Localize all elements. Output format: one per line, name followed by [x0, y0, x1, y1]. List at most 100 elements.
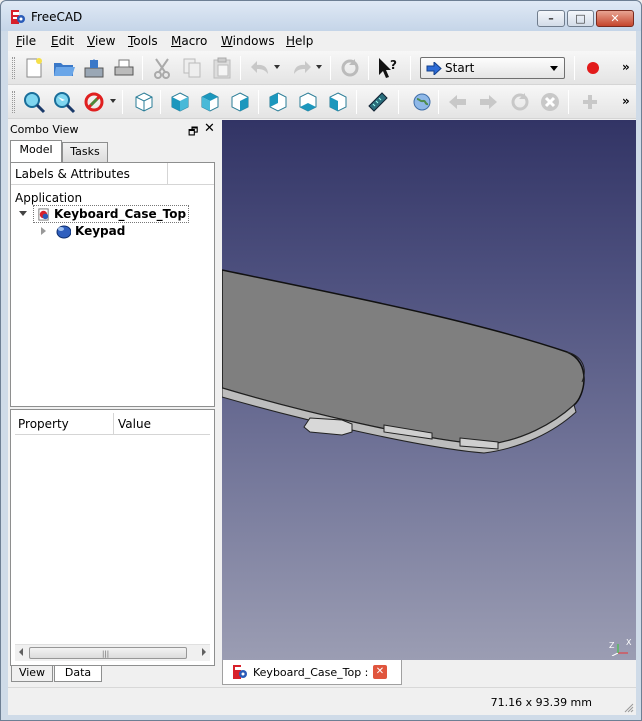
toolbar-separator: [356, 90, 357, 114]
measure-distance-button[interactable]: [366, 90, 390, 114]
3d-viewport[interactable]: Z X: [222, 120, 636, 660]
expand-document-icon[interactable]: [19, 211, 27, 216]
print-button[interactable]: [112, 56, 136, 80]
view-right-button[interactable]: [228, 90, 252, 114]
document-tab[interactable]: Keyboard_Case_Top : 1 ✕: [222, 660, 402, 685]
tree-header-divider: [167, 163, 168, 185]
fit-all-button[interactable]: [22, 90, 46, 114]
scroll-thumb[interactable]: |||: [29, 647, 187, 659]
tab-data[interactable]: Data: [54, 666, 102, 682]
view-isometric-button[interactable]: [132, 90, 156, 114]
new-document-button[interactable]: [22, 56, 46, 80]
scroll-left-icon[interactable]: [19, 648, 23, 656]
expand-object-icon[interactable]: [41, 227, 46, 235]
menu-macro-accel: M: [171, 34, 182, 48]
resize-grip-icon[interactable]: [624, 703, 634, 713]
model-tree: Labels & Attributes Application Keyboard…: [10, 162, 215, 407]
back-button[interactable]: [446, 90, 470, 114]
tab-view[interactable]: View: [11, 666, 53, 682]
close-tab-icon[interactable]: ✕: [373, 665, 387, 679]
view-left-button[interactable]: [326, 90, 350, 114]
value-column-header[interactable]: Value: [118, 417, 151, 431]
forward-button[interactable]: [476, 90, 500, 114]
close-panel-icon[interactable]: ✕: [204, 121, 215, 136]
maximize-button[interactable]: □: [567, 10, 594, 27]
refresh-icon: [341, 59, 359, 77]
close-icon: ✕: [610, 12, 620, 25]
window-title: FreeCAD: [31, 10, 83, 24]
undo-icon: [251, 61, 268, 74]
redo-dropdown[interactable]: [316, 65, 322, 69]
stop-button[interactable]: [538, 90, 562, 114]
toolbar-separator: [330, 56, 331, 80]
float-panel-icon[interactable]: 🗗: [188, 123, 198, 142]
menu-macro[interactable]: Macro: [171, 34, 207, 48]
paste-button[interactable]: [210, 56, 234, 80]
web-start-button[interactable]: [410, 90, 434, 114]
menu-windows[interactable]: Windows: [221, 34, 275, 48]
toolbar-separator: [398, 90, 399, 114]
menu-help-label: elp: [295, 34, 314, 48]
keyboard-case-model[interactable]: [222, 120, 636, 660]
tab-model[interactable]: Model: [10, 140, 62, 162]
whats-this-button[interactable]: ?: [376, 56, 400, 80]
left-cube-icon: [329, 92, 347, 112]
view-front-button[interactable]: [168, 90, 192, 114]
view-toolbar: »: [8, 85, 636, 119]
menu-tools[interactable]: Tools: [128, 34, 158, 48]
reload-button[interactable]: [508, 90, 532, 114]
document-tab-bar: Keyboard_Case_Top : 1 ✕: [222, 660, 636, 687]
toolbar-grip[interactable]: [12, 91, 15, 113]
minimize-icon: –: [548, 12, 554, 25]
tree-root-application: Application: [15, 191, 83, 205]
menu-edit[interactable]: Edit: [51, 34, 74, 48]
tab-tasks[interactable]: Tasks: [62, 142, 108, 162]
copy-button[interactable]: [180, 56, 204, 80]
stop-icon: [541, 93, 559, 111]
whats-this-icon: ?: [379, 58, 397, 78]
workbench-selector[interactable]: Start: [420, 57, 565, 79]
folder-open-icon: [54, 63, 75, 76]
cut-button[interactable]: [150, 56, 174, 80]
tree-header-labels[interactable]: Labels & Attributes: [15, 167, 130, 181]
maximize-icon: □: [575, 12, 586, 25]
tree-item-keypad[interactable]: Keypad: [53, 223, 125, 241]
record-macro-button[interactable]: [581, 56, 605, 80]
horizontal-scrollbar[interactable]: |||: [15, 644, 210, 661]
part-body-icon: [56, 225, 71, 239]
undo-button[interactable]: [248, 56, 272, 80]
fit-selection-button[interactable]: [52, 90, 76, 114]
toolbar-grip[interactable]: [12, 57, 15, 79]
document-label: Keyboard_Case_Top: [54, 207, 187, 221]
tree-item-document[interactable]: Keyboard_Case_Top: [33, 205, 190, 223]
menu-view[interactable]: View: [87, 34, 115, 48]
toolbar-separator: [142, 56, 143, 80]
property-header-divider: [113, 413, 114, 435]
close-window-button[interactable]: ✕: [596, 10, 634, 27]
redo-button[interactable]: [290, 56, 314, 80]
axis-indicator: Z X: [608, 638, 632, 657]
menu-help[interactable]: Help: [286, 34, 313, 48]
toolbar-separator: [568, 90, 569, 114]
draw-style-dropdown[interactable]: [110, 99, 116, 103]
draw-style-button[interactable]: [82, 90, 106, 114]
save-button[interactable]: [82, 56, 106, 80]
document-icon: [38, 208, 49, 221]
open-button[interactable]: [52, 56, 76, 80]
combo-view-title: Combo View: [10, 123, 79, 136]
undo-dropdown[interactable]: [274, 65, 280, 69]
view-top-button[interactable]: [198, 90, 222, 114]
refresh-button[interactable]: [338, 56, 362, 80]
property-column-header[interactable]: Property: [18, 417, 69, 431]
zoom-in-button[interactable]: [578, 90, 602, 114]
title-bar[interactable]: FreeCAD – □ ✕: [1, 1, 641, 31]
menu-file[interactable]: File: [16, 34, 36, 48]
view-rear-button[interactable]: [266, 90, 290, 114]
toolbar-overflow-button[interactable]: »: [622, 60, 630, 74]
minimize-button[interactable]: –: [537, 10, 565, 27]
bottom-cube-icon: [299, 92, 317, 112]
scroll-right-icon[interactable]: [202, 648, 206, 656]
view-bottom-button[interactable]: [296, 90, 320, 114]
toolbar-overflow-button[interactable]: »: [622, 94, 630, 108]
menu-help-accel: H: [286, 34, 296, 48]
